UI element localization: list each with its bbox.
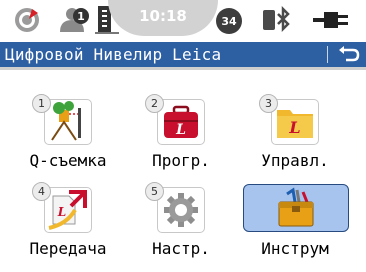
app-programs[interactable]: 2 L Прогр. [126,94,236,184]
compass-icon[interactable] [12,5,42,39]
transfer-icon: L [44,187,92,233]
app-settings[interactable]: 5 Настр. [126,182,236,272]
programs-case-icon: L [157,99,205,145]
clock: 10:18 [108,0,218,36]
app-number-badge: 2 [145,94,164,113]
back-button[interactable] [332,43,364,66]
svg-text:1: 1 [77,10,85,23]
power-plug-icon[interactable] [310,8,352,38]
app-number-badge: 3 [259,94,278,113]
manage-folder-icon: L [271,99,319,145]
app-label: Управл. [261,151,329,170]
app-label: Q-съемка [29,151,107,170]
app-q-survey[interactable]: 1 Q-съемка [13,94,123,184]
app-label: Передача [29,239,107,258]
back-arrow-icon [339,46,360,62]
app-tools[interactable]: Инструм [240,182,350,272]
survey-icon [44,99,92,145]
app-grid: 1 Q-съемка 2 L Прогр. 3 L Управл. 4 L Пе… [0,70,366,269]
page-title: Цифровой Нивелир Leica [5,45,222,64]
app-label: Прогр. [152,151,210,170]
app-transfer[interactable]: 4 L Передача [13,182,123,272]
settings-gear-icon [157,187,205,233]
app-label: Инструм [261,239,329,258]
toolbox-icon [243,184,349,232]
app-number-badge: 4 [32,182,51,201]
title-bar: Цифровой Нивелир Leica [0,42,366,67]
app-number-badge: 1 [32,94,51,113]
svg-text:L: L [288,118,300,137]
battery-icon[interactable]: 34 [214,6,246,40]
app-manage[interactable]: 3 L Управл. [240,94,350,184]
status-bar: 1 10:18 34 [0,0,366,42]
svg-text:L: L [175,122,186,138]
bluetooth-device-icon[interactable] [261,5,295,38]
svg-text:L: L [57,205,66,219]
app-number-badge: 5 [145,182,164,201]
title-separator [327,46,328,63]
app-label: Настр. [152,239,210,258]
user-profile-icon[interactable]: 1 [57,4,91,40]
battery-value: 34 [221,15,237,28]
clock-time: 10:18 [139,7,187,25]
